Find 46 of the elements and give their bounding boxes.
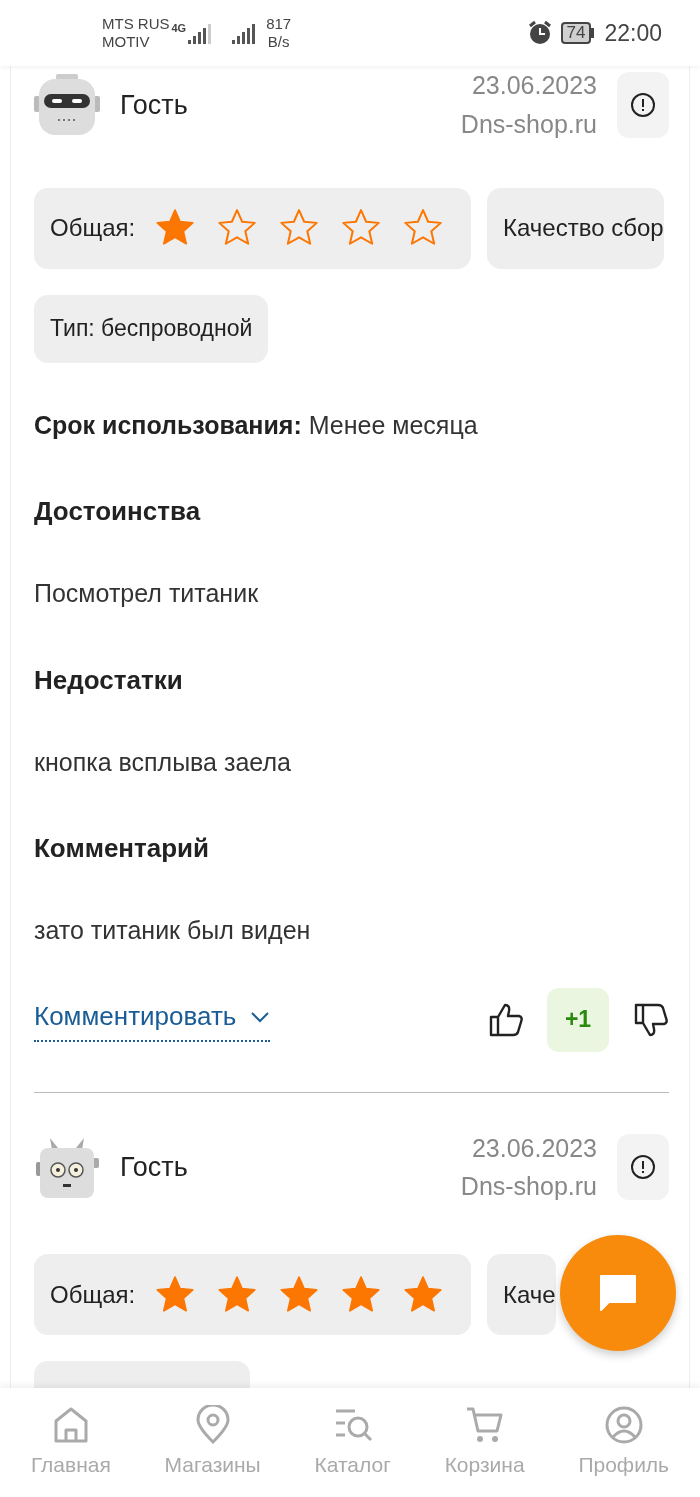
section-heading: Достоинства — [34, 495, 202, 528]
warning-icon — [630, 91, 656, 118]
signal-icon — [232, 22, 257, 44]
carrier-name: MTS RUS — [102, 15, 170, 33]
section-text: кнопка всплыва заела — [34, 746, 292, 778]
rating-label: Каче — [503, 1279, 556, 1310]
warning-icon — [630, 1154, 656, 1181]
rating-label: Качество сбор — [503, 213, 664, 243]
chevron-down-icon — [250, 1010, 271, 1023]
nav-tab[interactable]: Профиль — [578, 1388, 670, 1497]
carrier-name: MOTIV — [102, 33, 151, 51]
signal-icon — [188, 22, 213, 44]
nav-tab[interactable]: Каталог — [314, 1388, 391, 1497]
rating-label: Общая: — [50, 1279, 136, 1310]
thumbs-down-icon[interactable] — [633, 1001, 669, 1038]
section-text: зато титаник был виден — [34, 915, 312, 946]
network-speed: 817 — [266, 15, 292, 33]
rating-label: Общая: — [50, 213, 136, 243]
profile-icon — [603, 1404, 644, 1445]
review-date: 23.06.2023 — [470, 1132, 597, 1164]
nav-tab[interactable]: Главная — [30, 1388, 111, 1497]
comment-link[interactable]: Комментировать — [34, 997, 271, 1042]
thumbs-up-icon[interactable] — [488, 1001, 524, 1038]
nav-tab[interactable]: Корзина — [444, 1388, 525, 1497]
robot-icon — [34, 1136, 100, 1199]
nav-tab[interactable]: Магазины — [164, 1388, 261, 1497]
robot-icon — [34, 73, 100, 136]
battery-level: 74 — [560, 21, 592, 45]
review-source: Dns-shop.ru — [460, 1171, 597, 1203]
author-name: Гость — [120, 1151, 189, 1184]
review-date: 23.06.2023 — [470, 70, 597, 101]
section-heading: Комментарий — [34, 832, 211, 865]
network-speed-unit: B/s — [266, 33, 291, 51]
alarm-icon — [526, 20, 553, 46]
type-tag: Тип: беспроводной — [34, 294, 269, 363]
usage-text: Срок использования: Менее месяца — [34, 409, 479, 441]
clock-time: 22:00 — [604, 18, 662, 48]
report-button[interactable] — [617, 71, 669, 138]
vote-count: +1 — [547, 987, 609, 1052]
author-name: Гость — [120, 88, 189, 122]
section-text: Посмотрел титаник — [34, 578, 260, 609]
section-heading: Недостатки — [34, 663, 184, 697]
network-type: 4G — [171, 20, 187, 36]
review-source: Dns-shop.ru — [460, 108, 597, 140]
report-button[interactable] — [617, 1134, 669, 1201]
chat-icon — [598, 1273, 638, 1313]
